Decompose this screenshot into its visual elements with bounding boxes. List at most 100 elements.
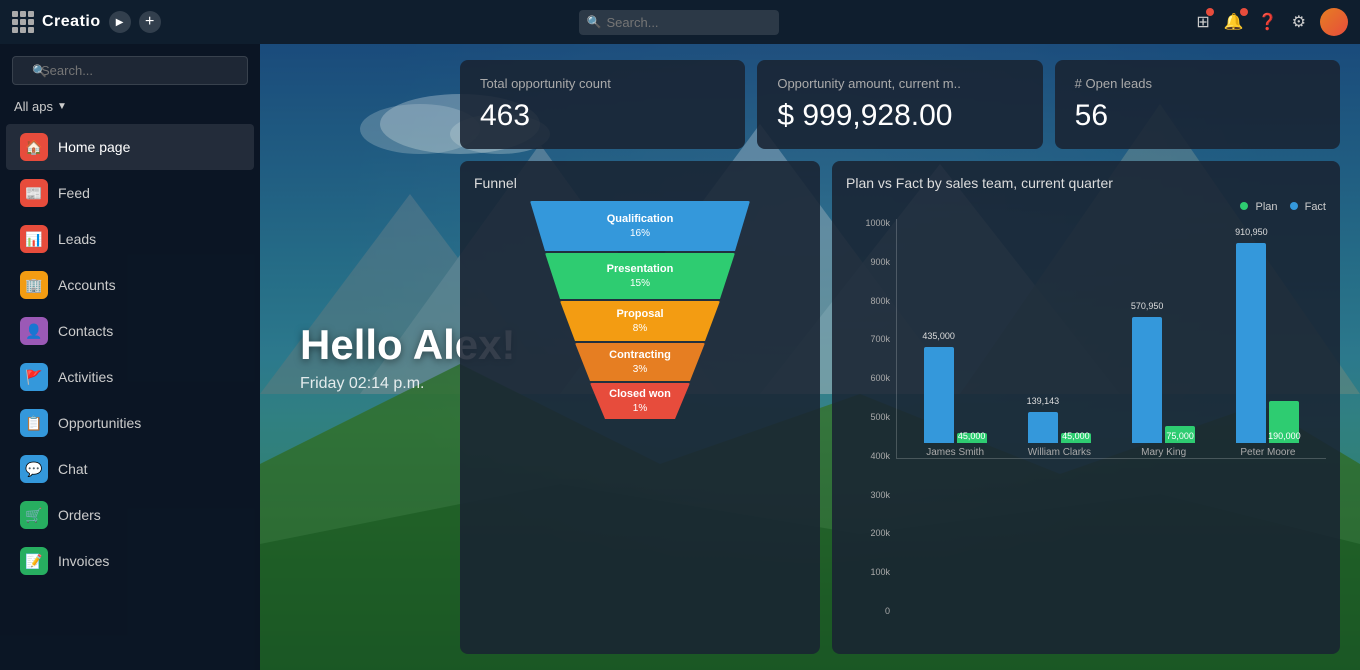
bar-fact-label: 435,000 [922,331,955,341]
funnel-container: Qualification16%Presentation15%Proposal8… [474,201,806,419]
kpi-value-1: $ 999,928.00 [777,99,1022,133]
apps-icon[interactable]: ⊞ [1196,12,1209,32]
grid-menu-icon[interactable] [12,11,34,33]
funnel-chart-card: Funnel Qualification16%Presentation15%Pr… [460,161,820,654]
sidebar-item-invoices[interactable]: 📝 Invoices [6,538,254,584]
bar-fact: 570,950 [1132,317,1162,443]
settings-icon[interactable]: ⚙ [1292,12,1306,32]
sidebar-search-input[interactable] [12,56,248,85]
bar-chart-area: Plan Fact 1000k900k800k700k600k500k400k3… [846,201,1326,636]
sidebar-item-label: Feed [58,185,90,201]
legend-fact: Fact [1290,201,1326,213]
add-button[interactable]: + [139,11,161,33]
legend-fact-dot [1290,202,1298,210]
kpi-label-2: # Open leads [1075,76,1320,91]
kpi-label-0: Total opportunity count [480,76,725,91]
sidebar-item-label: Chat [58,461,88,477]
bar-chart-wrapper: 1000k900k800k700k600k500k400k300k200k100… [846,219,1326,636]
sidebar-item-chat[interactable]: 💬 Chat [6,446,254,492]
y-axis-label: 900k [846,258,890,267]
bar-group-bars: 435,000 45,000 [905,347,1005,443]
sidebar-item-label: Invoices [58,553,109,569]
chevron-down-icon: ▼ [57,101,67,112]
home-icon: 🏠 [20,133,48,161]
sidebar-item-contacts[interactable]: 👤 Contacts [6,308,254,354]
y-axis-label: 800k [846,297,890,306]
sidebar-item-label: Leads [58,231,96,247]
dashboard-overlay: Total opportunity count 463 Opportunity … [460,60,1340,654]
sidebar-item-accounts[interactable]: 🏢 Accounts [6,262,254,308]
y-axis-label: 200k [846,529,890,538]
bar-fact-label: 139,143 [1027,396,1060,406]
orders-icon: 🛒 [20,501,48,529]
bar-plan-label: 190,000 [1268,431,1301,441]
legend-plan-dot [1240,202,1248,210]
funnel-segment: Closed won1% [590,383,690,419]
sidebar-item-label: Accounts [58,277,116,293]
y-axis-label: 1000k [846,219,890,228]
help-icon[interactable]: ❓ [1258,12,1278,32]
notifications-icon[interactable]: 🔔 [1224,12,1244,32]
bar-plan-label: 45,000 [1062,431,1090,441]
bar-plan: 45,000 [1061,433,1091,443]
sidebar-item-orders[interactable]: 🛒 Orders [6,492,254,538]
bar-group-label: Peter Moore [1240,447,1295,458]
sidebar-item-label: Contacts [58,323,113,339]
contacts-icon: 👤 [20,317,48,345]
accounts-icon: 🏢 [20,271,48,299]
bar-group: 570,95075,000 Mary King [1114,317,1214,458]
content-area: Hello Alex! Friday 02:14 p.m. Total oppo… [260,44,1360,670]
funnel-segment: Contracting3% [575,343,705,381]
sidebar-item-feed[interactable]: 📰 Feed [6,170,254,216]
charts-row: Funnel Qualification16%Presentation15%Pr… [460,161,1340,654]
sidebar-item-activities[interactable]: 🚩 Activities [6,354,254,400]
bar-group-bars: 910,950190,000 [1218,243,1318,443]
bar-chart-title: Plan vs Fact by sales team, current quar… [846,175,1326,191]
leads-icon: 📊 [20,225,48,253]
notifications-badge [1240,8,1248,16]
bar-fact-label: 570,950 [1131,301,1164,311]
bar-group: 139,14345,000William Clarks [1009,412,1109,458]
activities-icon: 🚩 [20,363,48,391]
bar-plan: 45,000 [957,433,987,443]
sidebar: 🔍 All aps ▼ 🏠 Home page 📰 Feed 📊 Leads 🏢… [0,44,260,670]
opportunities-icon: 📋 [20,409,48,437]
chat-icon: 💬 [20,455,48,483]
app-logo: Creatio [42,13,101,31]
bar-plan-label: 45,000 [958,431,986,441]
y-axis-label: 500k [846,413,890,422]
bar-fact: 910,950 [1236,243,1266,443]
y-axis-label: 0 [846,607,890,616]
sidebar-item-leads[interactable]: 📊 Leads [6,216,254,262]
bar-chart-card: Plan vs Fact by sales team, current quar… [832,161,1340,654]
sidebar-item-label: Activities [58,369,113,385]
all-apps-selector[interactable]: All aps ▼ [0,95,260,124]
bar-group-bars: 139,143 45,000 [1009,412,1109,443]
play-button[interactable]: ▶ [109,11,131,33]
y-axis-label: 600k [846,374,890,383]
bar-plan: 75,000 [1165,426,1195,443]
bar-group-label: James Smith [926,447,984,458]
bar-legend: Plan Fact [846,201,1326,213]
bar-plan: 190,000 [1269,401,1299,443]
funnel-chart-title: Funnel [474,175,806,191]
search-icon: 🔍 [587,15,602,29]
sidebar-item-opportunities[interactable]: 📋 Opportunities [6,400,254,446]
bar-fact: 435,000 [924,347,954,443]
y-axis-label: 100k [846,568,890,577]
bar-chart-inner: 435,00045,000James Smith139,14345,000Wil… [896,219,1326,459]
feed-icon: 📰 [20,179,48,207]
user-avatar[interactable] [1320,8,1348,36]
funnel-segment: Presentation15% [545,253,735,299]
sidebar-item-label: Opportunities [58,415,141,431]
y-axis-label: 700k [846,335,890,344]
bar-fact: 139,143 [1028,412,1058,443]
y-axis-label: 400k [846,452,890,461]
global-search-input[interactable] [579,10,779,35]
sidebar-item-home[interactable]: 🏠 Home page [6,124,254,170]
legend-plan: Plan [1240,201,1277,213]
apps-badge [1206,8,1214,16]
kpi-value-2: 56 [1075,99,1320,133]
funnel-segment: Proposal8% [560,301,720,341]
bar-group-label: Mary King [1141,447,1186,458]
